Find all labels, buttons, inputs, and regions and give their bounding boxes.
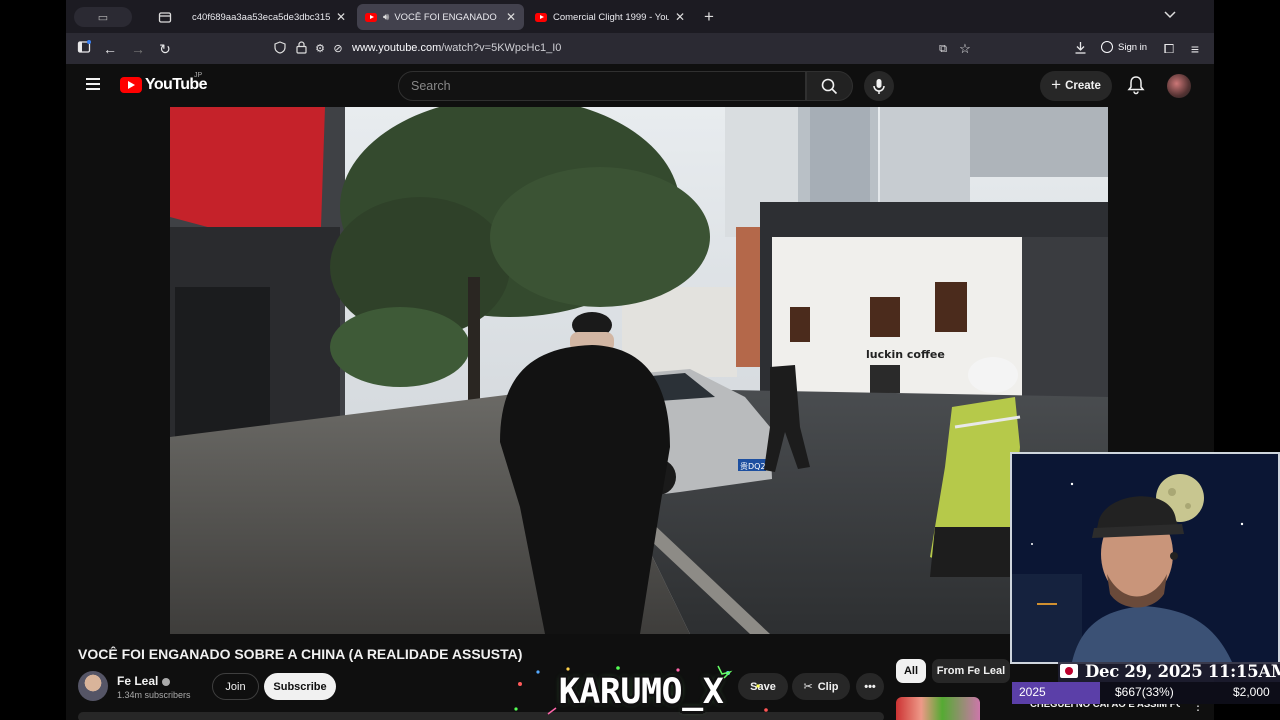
video-player[interactable]: luckin coffee 贵DQ28	[170, 107, 1108, 634]
search-box[interactable]	[398, 71, 806, 101]
clip-button[interactable]: ✂ Clip	[792, 673, 850, 700]
recommended-video-thumbnail[interactable]	[896, 697, 980, 720]
menu-icon[interactable]: ≡	[1186, 40, 1204, 58]
user-avatar[interactable]	[1167, 74, 1191, 98]
guide-menu-icon[interactable]	[86, 78, 100, 93]
permissions-icon[interactable]: ⚙︎	[311, 40, 329, 58]
sidebar-icon: ▭	[97, 11, 109, 24]
bookmark-star-icon[interactable]: ☆	[956, 40, 974, 58]
goal-target: $2,000	[1233, 685, 1270, 699]
goal-progress: $667(33%)	[1115, 685, 1174, 699]
verified-badge-icon	[162, 677, 171, 686]
plus-icon: +	[1051, 75, 1062, 94]
video-frame: luckin coffee 贵DQ28	[170, 107, 1108, 634]
tab-overview-icon[interactable]	[156, 8, 174, 26]
url-host: www.youtube.com	[352, 42, 442, 54]
picture-in-picture-icon[interactable]: ⧉	[934, 40, 952, 58]
autoplay-blocked-icon[interactable]: ⊘	[329, 40, 347, 58]
channel-avatar[interactable]	[78, 671, 108, 701]
youtube-logo[interactable]: YouTube JP	[120, 72, 207, 94]
tab-0[interactable]: c40f689aa3aa53eca5de3dbc3150f ✕	[184, 4, 354, 30]
search-button[interactable]	[806, 71, 853, 101]
chip-from-channel[interactable]: From Fe Leal	[932, 659, 1010, 683]
youtube-masthead: YouTube JP + Create	[66, 64, 1214, 107]
shield-icon[interactable]	[271, 40, 289, 58]
clip-label: Clip	[817, 680, 839, 693]
screen: { "browser": { "tabs": [ {"label": "c40f…	[0, 0, 1280, 720]
sign-in-label: Sign in	[1118, 41, 1148, 53]
lock-icon[interactable]	[292, 40, 310, 58]
stream-banner: KARUMO_X	[508, 664, 774, 720]
scissors-icon: ✂	[803, 681, 813, 693]
video-title: VOCÊ FOI ENGANADO SOBRE A CHINA (A REALI…	[78, 646, 523, 662]
region-code: JP	[194, 72, 203, 79]
back-arrow-icon[interactable]: ←	[101, 40, 119, 58]
tab-strip: ▭ c40f689aa3aa53eca5de3dbc3150f ✕ 🔊︎ VOC…	[66, 0, 1214, 33]
channel-name-label: Fe Leal	[117, 674, 159, 688]
microphone-icon	[873, 78, 885, 94]
create-button[interactable]: + Create	[1040, 71, 1112, 101]
chevron-down-icon[interactable]	[1164, 8, 1176, 22]
tab-label: Comercial Clight 1999 - YouTub	[553, 11, 669, 23]
youtube-icon	[535, 12, 547, 22]
notifications-bell-icon[interactable]	[1127, 75, 1145, 95]
datetime-text: Dec 29, 2025 11:15AM	[1085, 662, 1280, 681]
close-tab-icon[interactable]: ✕	[675, 10, 685, 24]
navigation-bar: ← → ↻ ⚙︎ ⊘ www.youtube.com/watch?v=5KWpc…	[66, 33, 1214, 64]
tab-1[interactable]: 🔊︎ VOCÊ FOI ENGANADO SOBR ✕	[357, 4, 524, 30]
new-tab-icon[interactable]: +	[704, 7, 714, 27]
more-actions-button[interactable]: •••	[856, 673, 884, 700]
tab-2[interactable]: Comercial Clight 1999 - YouTub ✕	[527, 4, 693, 30]
extensions-icon[interactable]: ⧠	[1160, 40, 1178, 58]
webcam-feed	[1012, 454, 1278, 662]
sidebar-panel-icon[interactable]	[75, 40, 93, 58]
reload-icon[interactable]: ↻	[156, 40, 174, 58]
url-text: www.youtube.com/watch?v=5KWpcHc1_I0	[352, 42, 561, 54]
subscribe-button[interactable]: Subscribe	[264, 673, 336, 700]
channel-name[interactable]: Fe Leal	[117, 674, 171, 688]
chip-all[interactable]: All	[896, 659, 926, 683]
search-input[interactable]	[399, 72, 805, 100]
voice-search-button[interactable]	[864, 71, 894, 101]
url-bar[interactable]: ⚙︎ ⊘ www.youtube.com/watch?v=5KWpcHc1_I0…	[268, 37, 976, 61]
join-button[interactable]: Join	[212, 673, 259, 700]
close-tab-icon[interactable]: ✕	[336, 10, 346, 24]
youtube-icon	[365, 12, 377, 22]
tab-label: VOCÊ FOI ENGANADO SOBR	[394, 11, 500, 23]
confetti-decoration	[514, 665, 768, 715]
youtube-icon	[120, 77, 142, 93]
subscriber-count: 1.34m subscribers	[117, 690, 191, 700]
tab-label: c40f689aa3aa53eca5de3dbc3150f	[192, 11, 330, 23]
goal-year: 2025	[1019, 685, 1046, 699]
create-label: Create	[1065, 80, 1101, 92]
search-icon	[821, 78, 838, 94]
store-sign: luckin coffee	[866, 348, 945, 361]
sign-in-button[interactable]: Sign in	[1101, 41, 1147, 53]
webcam-overlay	[1010, 452, 1280, 664]
forward-arrow-icon[interactable]: →	[129, 40, 147, 58]
more-horizontal-icon: •••	[864, 680, 876, 693]
download-icon[interactable]	[1071, 40, 1089, 58]
account-icon	[1101, 41, 1113, 53]
sidebar-toggle-button[interactable]: ▭	[74, 7, 132, 27]
speaker-icon[interactable]: 🔊︎	[383, 12, 389, 23]
japan-flag-icon	[1060, 664, 1078, 678]
close-tab-icon[interactable]: ✕	[506, 10, 516, 24]
url-path: /watch?v=5KWpcHc1_I0	[441, 42, 562, 54]
